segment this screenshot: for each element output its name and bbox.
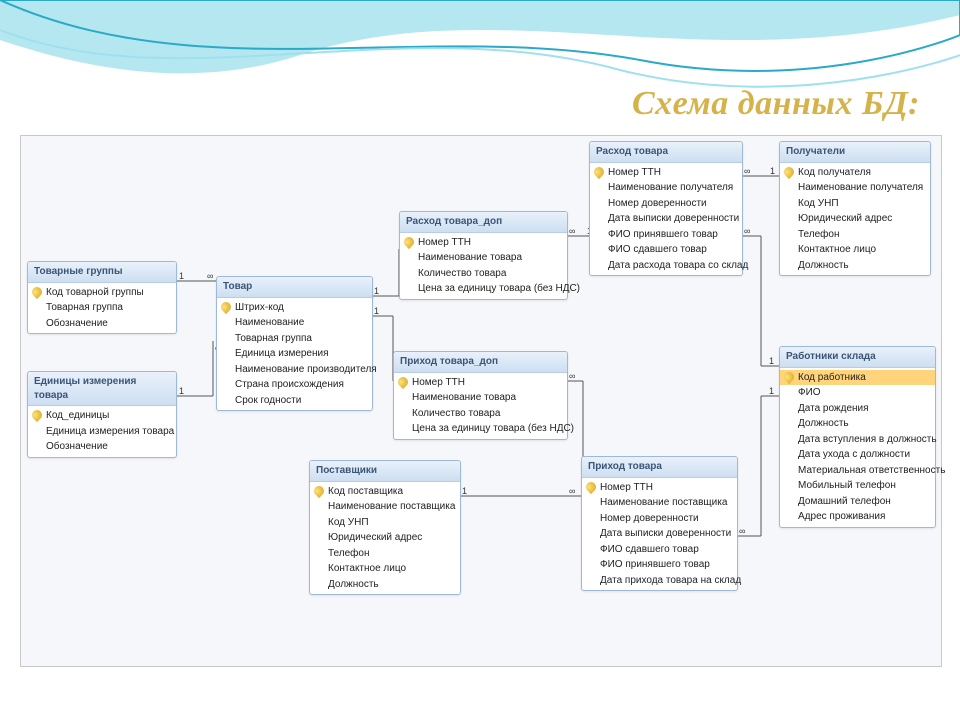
table-header: Единицы измерения товара bbox=[28, 372, 176, 406]
table-edinicy-izmereniya[interactable]: Единицы измерения товара Код_единицыЕдини… bbox=[27, 371, 177, 458]
table-field[interactable]: Телефон bbox=[780, 227, 930, 243]
svg-text:1: 1 bbox=[179, 271, 184, 281]
table-field[interactable]: Наименование получателя bbox=[590, 180, 742, 196]
table-field[interactable]: Код УНП bbox=[310, 515, 460, 531]
table-rashod-dop[interactable]: Расход товара_доп Номер ТТННаименование т… bbox=[399, 211, 568, 300]
table-field[interactable]: Цена за единицу товара (без НДС) bbox=[400, 281, 567, 297]
table-field[interactable]: Код УНП bbox=[780, 196, 930, 212]
svg-text:∞: ∞ bbox=[207, 271, 213, 281]
page-title: Схема данных БД: bbox=[632, 85, 920, 123]
svg-text:1: 1 bbox=[179, 386, 184, 396]
table-field[interactable]: ФИО сдавшего товар bbox=[590, 242, 742, 258]
svg-text:1: 1 bbox=[770, 166, 775, 176]
table-tovarnye-gruppy[interactable]: Товарные группы Код товарной группыТоварн… bbox=[27, 261, 177, 334]
table-field[interactable]: Дата вступления в должность bbox=[780, 432, 935, 448]
table-field[interactable]: Наименование bbox=[217, 315, 372, 331]
table-field[interactable]: Обозначение bbox=[28, 439, 176, 455]
table-field[interactable]: ФИО принявшего товар bbox=[582, 557, 737, 573]
table-field[interactable]: Наименование поставщика bbox=[310, 499, 460, 515]
table-prihod-tovara[interactable]: Приход товара Номер ТТННаименование поста… bbox=[581, 456, 738, 591]
svg-text:∞: ∞ bbox=[744, 226, 750, 236]
table-field[interactable]: Наименование получателя bbox=[780, 180, 930, 196]
table-header: Получатели bbox=[780, 142, 930, 163]
table-field[interactable]: Код поставщика bbox=[310, 484, 460, 500]
table-field[interactable]: Контактное лицо bbox=[780, 242, 930, 258]
svg-text:∞: ∞ bbox=[569, 371, 575, 381]
table-field[interactable]: Должность bbox=[310, 577, 460, 593]
table-field[interactable]: Номер ТТН bbox=[590, 165, 742, 181]
table-field[interactable]: Страна происхождения bbox=[217, 377, 372, 393]
table-field[interactable]: Материальная ответственность bbox=[780, 463, 935, 479]
table-field[interactable]: Телефон bbox=[310, 546, 460, 562]
table-header: Работники склада bbox=[780, 347, 935, 368]
svg-text:1: 1 bbox=[374, 306, 379, 316]
table-field[interactable]: Товарная группа bbox=[28, 300, 176, 316]
table-postavshchiki[interactable]: Поставщики Код поставщикаНаименование пос… bbox=[309, 460, 461, 595]
table-field[interactable]: Наименование производителя bbox=[217, 362, 372, 378]
svg-text:1: 1 bbox=[374, 286, 379, 296]
table-field[interactable]: Должность bbox=[780, 416, 935, 432]
table-field[interactable]: Срок годности bbox=[217, 393, 372, 409]
table-field[interactable]: Номер ТТН bbox=[582, 480, 737, 496]
table-header: Приход товара_доп bbox=[394, 352, 567, 373]
table-field[interactable]: Код работника bbox=[780, 370, 935, 386]
table-field[interactable]: Цена за единицу товара (без НДС) bbox=[394, 421, 567, 437]
table-prihod-dop[interactable]: Приход товара_доп Номер ТТННаименование т… bbox=[393, 351, 568, 440]
table-field[interactable]: ФИО сдавшего товар bbox=[582, 542, 737, 558]
table-field[interactable]: Должность bbox=[780, 258, 930, 274]
svg-text:∞: ∞ bbox=[569, 486, 575, 496]
table-rashod-tovara[interactable]: Расход товара Номер ТТННаименование получ… bbox=[589, 141, 743, 276]
table-field[interactable]: Номер доверенности bbox=[582, 511, 737, 527]
table-field[interactable]: Единица измерения bbox=[217, 346, 372, 362]
table-field[interactable]: Номер доверенности bbox=[590, 196, 742, 212]
table-field[interactable]: Единица измерения товара bbox=[28, 424, 176, 440]
table-field[interactable]: Обозначение bbox=[28, 316, 176, 332]
table-rabotniki-sklada[interactable]: Работники склада Код работникаФИОДата рож… bbox=[779, 346, 936, 528]
table-field[interactable]: Дата выписки доверенности bbox=[582, 526, 737, 542]
table-header: Товарные группы bbox=[28, 262, 176, 283]
table-field[interactable]: Дата прихода товара на склад bbox=[582, 573, 737, 589]
table-field[interactable]: Наименование товара bbox=[394, 390, 567, 406]
table-field[interactable]: Код товарной группы bbox=[28, 285, 176, 301]
table-header: Товар bbox=[217, 277, 372, 298]
svg-text:1: 1 bbox=[769, 356, 774, 366]
table-field[interactable]: Дата расхода товара со склад bbox=[590, 258, 742, 274]
svg-text:1: 1 bbox=[769, 386, 774, 396]
table-field[interactable]: Наименование поставщика bbox=[582, 495, 737, 511]
table-field[interactable]: ФИО bbox=[780, 385, 935, 401]
svg-text:∞: ∞ bbox=[569, 226, 575, 236]
table-field[interactable]: Штрих-код bbox=[217, 300, 372, 316]
svg-text:∞: ∞ bbox=[739, 526, 745, 536]
table-poluchateli[interactable]: Получатели Код получателяНаименование пол… bbox=[779, 141, 931, 276]
table-field[interactable]: Количество товара bbox=[400, 266, 567, 282]
table-header: Расход товара_доп bbox=[400, 212, 567, 233]
table-header: Расход товара bbox=[590, 142, 742, 163]
svg-text:∞: ∞ bbox=[744, 166, 750, 176]
table-field[interactable]: Мобильный телефон bbox=[780, 478, 935, 494]
table-field[interactable]: Товарная группа bbox=[217, 331, 372, 347]
table-field[interactable]: Дата рождения bbox=[780, 401, 935, 417]
table-field[interactable]: Домашний телефон bbox=[780, 494, 935, 510]
table-field[interactable]: Юридический адрес bbox=[310, 530, 460, 546]
table-field[interactable]: Количество товара bbox=[394, 406, 567, 422]
table-header: Приход товара bbox=[582, 457, 737, 478]
table-field[interactable]: Контактное лицо bbox=[310, 561, 460, 577]
table-field[interactable]: Дата выписки доверенности bbox=[590, 211, 742, 227]
schema-canvas: 1∞ 1∞ 1∞ 1∞ ∞1 ∞1 ∞1 ∞1 ∞1 1∞ Товарные г… bbox=[20, 135, 942, 667]
table-field[interactable]: Номер ТТН bbox=[400, 235, 567, 251]
table-field[interactable]: Адрес проживания bbox=[780, 509, 935, 525]
table-field[interactable]: Дата ухода с должности bbox=[780, 447, 935, 463]
svg-text:1: 1 bbox=[462, 486, 467, 496]
table-tovar[interactable]: Товар Штрих-кодНаименованиеТоварная групп… bbox=[216, 276, 373, 411]
table-field[interactable]: Код_единицы bbox=[28, 408, 176, 424]
table-field[interactable]: ФИО принявшего товар bbox=[590, 227, 742, 243]
table-field[interactable]: Код получателя bbox=[780, 165, 930, 181]
table-header: Поставщики bbox=[310, 461, 460, 482]
table-field[interactable]: Юридический адрес bbox=[780, 211, 930, 227]
table-field[interactable]: Наименование товара bbox=[400, 250, 567, 266]
table-field[interactable]: Номер ТТН bbox=[394, 375, 567, 391]
